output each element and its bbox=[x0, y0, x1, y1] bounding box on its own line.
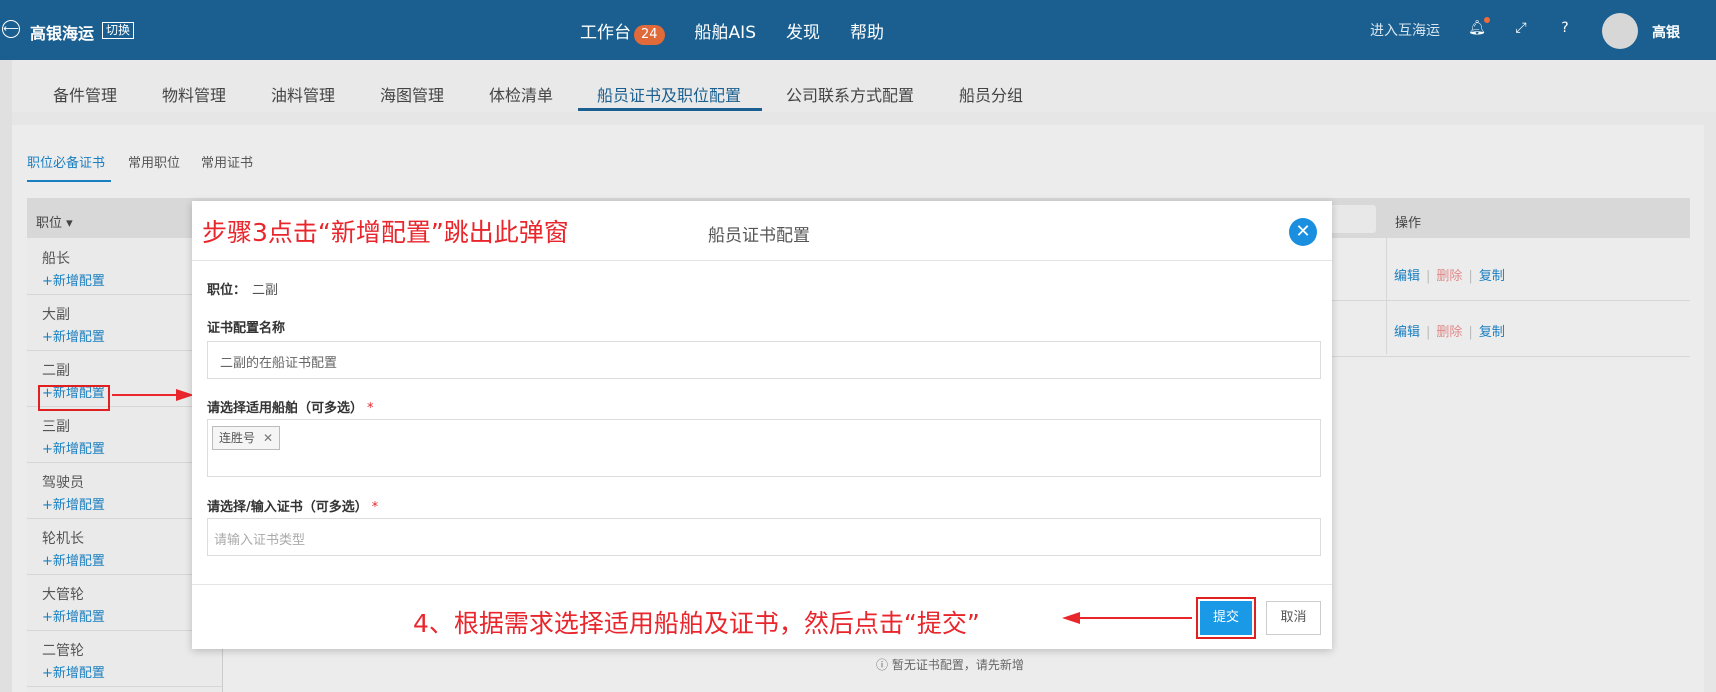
submit-button[interactable]: 提交 bbox=[1200, 601, 1252, 635]
annotation-step4: 4、根据需求选择适用船舶及证书，然后点击“提交” bbox=[413, 609, 980, 638]
back-icon[interactable]: ⟵ bbox=[2, 20, 20, 38]
delete-link[interactable]: 删除 bbox=[1436, 269, 1462, 284]
position-name: 大副 bbox=[42, 307, 70, 323]
position-label: 职位： bbox=[207, 283, 247, 298]
position-name: 三副 bbox=[42, 419, 70, 435]
delete-link[interactable]: 删除 bbox=[1436, 325, 1462, 340]
switch-button[interactable]: 切换 bbox=[102, 22, 135, 39]
tab-fuel[interactable]: 油料管理 bbox=[271, 82, 335, 106]
close-icon[interactable]: ✕ bbox=[1289, 218, 1317, 246]
tab-charts[interactable]: 海图管理 bbox=[380, 82, 444, 106]
row-actions: 编辑 | 删除 | 复制 bbox=[1394, 321, 1505, 340]
ship-tag: 连胜号 ✕ bbox=[212, 426, 281, 450]
cert-name-value: 二副的在船证书配置 bbox=[220, 356, 338, 371]
annotation-arrow bbox=[112, 389, 194, 401]
required-mark: * bbox=[371, 500, 379, 515]
ships-label: 请选择适用船舶（可多选） bbox=[207, 401, 364, 416]
tab-spare-parts[interactable]: 备件管理 bbox=[53, 82, 117, 106]
certs-placeholder: 请输入证书类型 bbox=[214, 533, 306, 548]
avatar[interactable] bbox=[1602, 13, 1638, 49]
copy-link[interactable]: 复制 bbox=[1479, 269, 1505, 284]
separator: | bbox=[1468, 269, 1473, 284]
add-config-link[interactable]: +新增配置 bbox=[42, 550, 105, 569]
position-name: 驾驶员 bbox=[42, 475, 84, 491]
certs-label: 请选择/输入证书（可多选） bbox=[207, 500, 368, 515]
position-name: 轮机长 bbox=[42, 531, 84, 547]
position-name: 大管轮 bbox=[42, 587, 84, 603]
crew-cert-config-modal: 步骤3点击“新增配置”跳出此弹窗 船员证书配置 ✕ 职位： 二副 证书配置名称 二… bbox=[192, 201, 1332, 649]
add-config-link[interactable]: +新增配置 bbox=[42, 494, 105, 513]
help-icon[interactable]: ? bbox=[1556, 20, 1574, 38]
tab-crew-group[interactable]: 船员分组 bbox=[959, 82, 1023, 106]
tab-materials[interactable]: 物料管理 bbox=[162, 82, 226, 106]
username[interactable]: 高银 bbox=[1652, 22, 1680, 42]
position-name: 二副 bbox=[42, 363, 70, 379]
position-name: 二管轮 bbox=[42, 643, 84, 659]
actions-column-divider bbox=[1386, 238, 1387, 354]
add-config-link[interactable]: +新增配置 bbox=[42, 662, 105, 681]
cancel-button[interactable]: 取消 bbox=[1266, 601, 1321, 635]
active-tab-underline bbox=[578, 108, 762, 111]
certs-label-row: 请选择/输入证书（可多选） * bbox=[207, 496, 378, 515]
position-name: 船长 bbox=[42, 251, 70, 267]
subtab-underline bbox=[27, 180, 111, 182]
brand-name: 高银海运 bbox=[30, 24, 95, 43]
col-actions-header: 操作 bbox=[1395, 216, 1422, 231]
nav-workbench-label: 工作台 bbox=[580, 23, 631, 43]
annotation-highlight-box bbox=[38, 385, 110, 411]
nav-workbench[interactable]: 工作台 24 bbox=[580, 18, 665, 45]
modal-header: 步骤3点击“新增配置”跳出此弹窗 船员证书配置 ✕ bbox=[192, 201, 1332, 261]
add-config-link[interactable]: +新增配置 bbox=[42, 326, 105, 345]
tab-company-contact[interactable]: 公司联系方式配置 bbox=[786, 82, 914, 106]
nav-help[interactable]: 帮助 bbox=[850, 18, 884, 45]
left-strip bbox=[0, 60, 12, 692]
add-config-link[interactable]: +新增配置 bbox=[42, 270, 105, 289]
add-config-link[interactable]: +新增配置 bbox=[42, 606, 105, 625]
tab-crew-cert-config[interactable]: 船员证书及职位配置 bbox=[597, 82, 741, 106]
fullscreen-icon[interactable]: ⤢ bbox=[1512, 20, 1530, 38]
notification-dot bbox=[1484, 17, 1490, 23]
ships-multiselect[interactable]: 连胜号 ✕ bbox=[207, 419, 1321, 477]
tab-medical-checklist[interactable]: 体检清单 bbox=[489, 82, 553, 106]
col-position-label: 职位 bbox=[36, 216, 63, 231]
edit-link[interactable]: 编辑 bbox=[1394, 325, 1420, 340]
ships-label-row: 请选择适用船舶（可多选） * bbox=[207, 397, 374, 416]
empty-hint: ⓘ 暂无证书配置，请先新增 bbox=[876, 658, 1024, 672]
tab-bar: 备件管理 物料管理 油料管理 海图管理 体检清单 船员证书及职位配置 公司联系方… bbox=[12, 60, 1716, 112]
separator: | bbox=[1426, 269, 1431, 284]
enter-link[interactable]: 进入互海运 bbox=[1370, 20, 1440, 40]
close-icon[interactable]: ✕ bbox=[263, 431, 273, 445]
copy-link[interactable]: 复制 bbox=[1479, 325, 1505, 340]
caret-down-icon: ▾ bbox=[66, 216, 73, 231]
position-row: 职位： 二副 bbox=[207, 279, 278, 298]
top-nav: 工作台 24 船舶AIS 发现 帮助 bbox=[580, 18, 884, 45]
annotation-step3: 步骤3点击“新增配置”跳出此弹窗 bbox=[202, 218, 569, 247]
col-position-header[interactable]: 职位 ▾ bbox=[36, 212, 73, 231]
bell-icon[interactable]: 🔔︎ bbox=[1468, 20, 1486, 38]
add-config-link[interactable]: +新增配置 bbox=[42, 438, 105, 457]
row-actions: 编辑 | 删除 | 复制 bbox=[1394, 265, 1505, 284]
subtab-common-positions[interactable]: 常用职位 bbox=[128, 152, 180, 171]
subtab-common-certs[interactable]: 常用证书 bbox=[201, 152, 253, 171]
required-mark: * bbox=[367, 401, 374, 416]
top-bar: ⟵ 高银海运 切换 工作台 24 船舶AIS 发现 帮助 进入互海运 🔔︎ ⤢ ?… bbox=[0, 0, 1716, 60]
certs-input[interactable]: 请输入证书类型 bbox=[207, 518, 1321, 556]
cert-name-label: 证书配置名称 bbox=[207, 321, 286, 336]
workbench-badge: 24 bbox=[634, 25, 665, 45]
separator: | bbox=[1468, 325, 1473, 340]
modal-title: 船员证书配置 bbox=[708, 226, 810, 246]
ship-tag-label: 连胜号 bbox=[219, 431, 256, 445]
nav-ship-ais[interactable]: 船舶AIS bbox=[695, 18, 756, 45]
modal-footer-divider bbox=[192, 584, 1332, 585]
separator: | bbox=[1426, 325, 1431, 340]
nav-discover[interactable]: 发现 bbox=[786, 18, 820, 45]
subtab-required-certs[interactable]: 职位必备证书 bbox=[27, 152, 105, 171]
edit-link[interactable]: 编辑 bbox=[1394, 269, 1420, 284]
annotation-arrow bbox=[1062, 612, 1192, 624]
cert-name-input[interactable]: 二副的在船证书配置 bbox=[207, 341, 1321, 379]
position-value: 二副 bbox=[252, 283, 279, 298]
